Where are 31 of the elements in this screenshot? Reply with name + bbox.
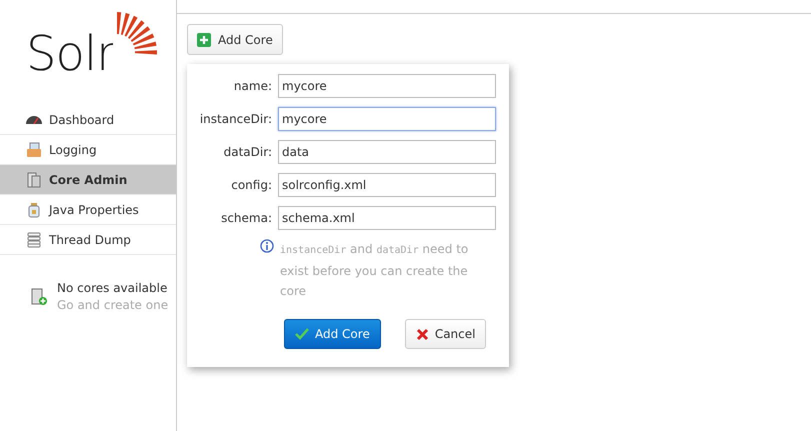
- input-field[interactable]: schema.xml: [278, 206, 496, 230]
- hint-text: instanceDir and dataDir need to exist before you can create the core: [280, 241, 470, 300]
- stack-icon: [26, 232, 42, 248]
- nav-item[interactable]: Core Admin: [0, 165, 176, 195]
- server-icon: [26, 172, 42, 188]
- input-field[interactable]: mycore: [278, 74, 496, 98]
- info-icon: [260, 239, 274, 253]
- nav-item[interactable]: Java Properties: [0, 195, 176, 225]
- input-field[interactable]: mycore: [278, 107, 496, 131]
- field-label: instanceDir:: [198, 112, 273, 126]
- logo-text: Solr: [26, 30, 115, 78]
- tray-icon: [26, 142, 42, 158]
- cancel-button[interactable]: Cancel: [404, 319, 486, 349]
- input-field[interactable]: data: [278, 140, 496, 164]
- add-core-button[interactable]: Add Core: [187, 24, 283, 55]
- server-add-icon: [31, 288, 47, 306]
- jar-icon: [26, 202, 42, 218]
- gauge-icon: [26, 115, 42, 124]
- plus-icon: [197, 32, 211, 46]
- check-icon: [295, 328, 309, 340]
- close-icon: [416, 328, 429, 340]
- nav-item[interactable]: Thread Dump: [0, 225, 176, 255]
- field-label: config:: [230, 178, 273, 192]
- field-label: dataDir:: [222, 145, 273, 159]
- field-label: name:: [232, 79, 273, 93]
- input-field[interactable]: solrconfig.xml: [278, 173, 496, 197]
- field-label: schema:: [220, 211, 273, 225]
- add-core-button[interactable]: Add Core: [284, 319, 381, 349]
- no-cores-text: No cores available: [57, 281, 168, 295]
- nav-item[interactable]: Dashboard: [0, 105, 176, 135]
- logo-icon: [112, 12, 157, 56]
